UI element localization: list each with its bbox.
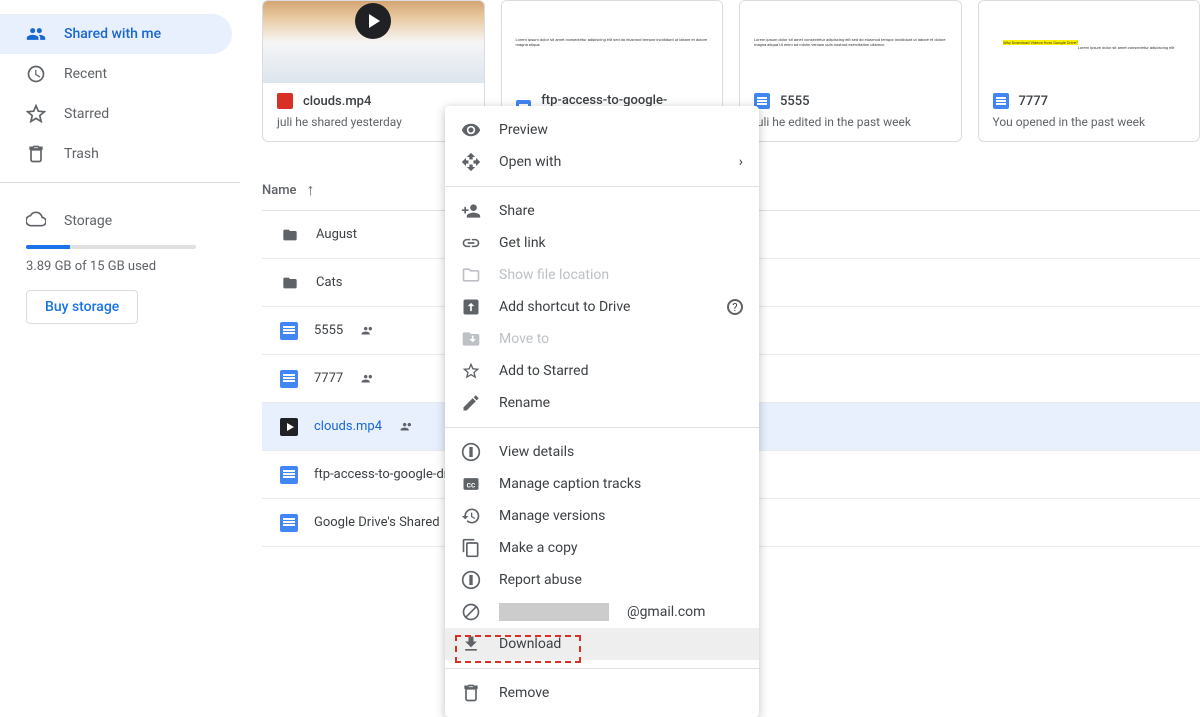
nav-starred[interactable]: Starred <box>0 94 232 134</box>
download-icon <box>461 634 481 654</box>
history-icon <box>461 506 481 526</box>
card-thumbnail: Why Download Videos from Google Drive?Lo… <box>979 1 1200 83</box>
help-icon[interactable]: ? <box>727 299 743 315</box>
storage-section: Storage 3.89 GB of 15 GB used Buy storag… <box>0 191 240 324</box>
file-name: ftp-access-to-google-drive <box>314 467 464 482</box>
folder-icon <box>280 275 300 291</box>
doc-icon <box>280 370 298 388</box>
doc-icon <box>280 466 298 484</box>
nav-recent[interactable]: Recent <box>0 54 232 94</box>
divider <box>0 182 240 183</box>
menu-share[interactable]: Share <box>445 195 759 227</box>
play-icon <box>355 3 391 39</box>
eye-icon <box>461 120 481 140</box>
shared-icon <box>398 420 416 434</box>
doc-icon <box>280 322 298 340</box>
menu-caption-tracks[interactable]: Manage caption tracks <box>445 468 759 500</box>
doc-icon <box>993 93 1009 109</box>
redacted-email <box>499 603 609 621</box>
star-outline-icon <box>461 361 481 381</box>
clock-icon <box>26 64 46 84</box>
video-icon <box>280 418 298 436</box>
menu-separator <box>445 427 759 428</box>
menu-report-abuse[interactable]: Report abuse <box>445 564 759 596</box>
link-icon <box>461 233 481 253</box>
cloud-icon <box>26 209 46 233</box>
menu-make-copy[interactable]: Make a copy <box>445 532 759 564</box>
move-to-icon <box>461 329 481 349</box>
copy-icon <box>461 538 481 558</box>
file-name: 5555 <box>314 323 343 338</box>
pencil-icon <box>461 393 481 413</box>
chevron-right-icon: › <box>739 154 743 170</box>
menu-block-email[interactable]: @gmail.com <box>445 596 759 628</box>
nav-label: Shared with me <box>64 26 161 42</box>
sidebar: Shared with me Recent Starred Trash Stor… <box>0 0 240 324</box>
menu-separator <box>445 668 759 669</box>
menu-add-starred[interactable]: Add to Starred <box>445 355 759 387</box>
menu-preview[interactable]: Preview <box>445 114 759 146</box>
people-icon <box>26 24 46 44</box>
delete-icon <box>461 683 481 703</box>
folder-outline-icon <box>461 265 481 285</box>
card-title: clouds.mp4 <box>303 94 371 109</box>
cc-icon <box>461 474 481 494</box>
menu-open-with[interactable]: Open with› <box>445 146 759 178</box>
card-thumbnail <box>263 1 484 83</box>
card-subtitle: juli he shared yesterday <box>277 115 470 129</box>
shared-icon <box>359 324 377 338</box>
menu-remove[interactable]: Remove <box>445 677 759 709</box>
buy-storage-button[interactable]: Buy storage <box>26 290 138 324</box>
nav-label: Starred <box>64 106 109 122</box>
menu-view-details[interactable]: View details <box>445 436 759 468</box>
file-name: Google Drive's Shared <box>314 515 440 530</box>
sort-arrow-up-icon: ↑ <box>307 180 315 200</box>
menu-move-to: Move to <box>445 323 759 355</box>
context-menu: Preview Open with› Share Get link Show f… <box>445 106 759 717</box>
menu-add-shortcut[interactable]: Add shortcut to Drive? <box>445 291 759 323</box>
card-title: 5555 <box>780 94 810 109</box>
report-icon <box>461 570 481 590</box>
trash-icon <box>26 144 46 164</box>
nav-shared-with-me[interactable]: Shared with me <box>0 14 232 54</box>
file-name: August <box>316 227 357 242</box>
card-subtitle: juli he edited in the past week <box>754 115 947 129</box>
card-subtitle: You opened in the past week <box>993 115 1186 129</box>
card-thumbnail: Lorem ipsum dolor sit amet consectetur a… <box>502 1 723 83</box>
storage-text: 3.89 GB of 15 GB used <box>26 259 214 274</box>
card-7777[interactable]: Why Download Videos from Google Drive?Lo… <box>978 0 1200 142</box>
file-name: 7777 <box>314 371 343 386</box>
storage-bar <box>26 245 196 249</box>
nav-label: Recent <box>64 66 107 82</box>
doc-icon <box>280 514 298 532</box>
person-add-icon <box>461 201 481 221</box>
nav-trash[interactable]: Trash <box>0 134 232 174</box>
menu-show-location: Show file location <box>445 259 759 291</box>
shortcut-icon <box>461 297 481 317</box>
nav-storage[interactable]: Storage <box>26 201 214 241</box>
menu-rename[interactable]: Rename <box>445 387 759 419</box>
video-icon <box>277 93 293 109</box>
menu-manage-versions[interactable]: Manage versions <box>445 500 759 532</box>
star-icon <box>26 104 46 124</box>
open-with-icon <box>461 152 481 172</box>
shared-icon <box>359 372 377 386</box>
storage-label: Storage <box>64 213 112 229</box>
menu-get-link[interactable]: Get link <box>445 227 759 259</box>
block-icon <box>461 602 481 622</box>
column-name: Name <box>262 183 297 198</box>
menu-download[interactable]: Download <box>445 628 759 660</box>
nav-label: Trash <box>64 146 99 162</box>
menu-separator <box>445 186 759 187</box>
file-name: clouds.mp4 <box>314 419 382 434</box>
folder-icon <box>280 227 300 243</box>
card-thumbnail: Lorem ipsum dolor sit amet consectetur a… <box>740 1 961 83</box>
card-5555[interactable]: Lorem ipsum dolor sit amet consectetur a… <box>739 0 962 142</box>
card-title: 7777 <box>1019 94 1049 109</box>
info-icon <box>461 442 481 462</box>
file-name: Cats <box>316 275 343 290</box>
